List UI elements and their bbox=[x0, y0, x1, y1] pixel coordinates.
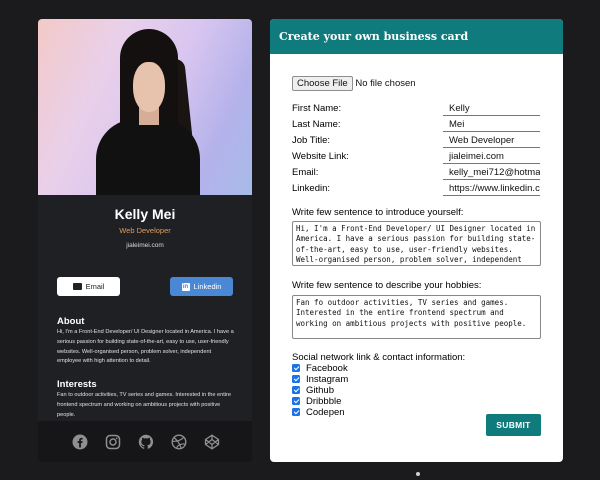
instagram-option-label: Instagram bbox=[306, 373, 349, 385]
email-input[interactable] bbox=[443, 165, 540, 180]
instagram-icon[interactable] bbox=[105, 434, 121, 450]
envelope-icon bbox=[72, 283, 82, 290]
card-website: jialeimei.com bbox=[126, 242, 164, 249]
file-status: No file chosen bbox=[355, 78, 416, 89]
card-name: Kelly Mei bbox=[114, 206, 176, 222]
dribbble-checkbox[interactable]: Dribbble bbox=[292, 395, 342, 407]
last-name-input[interactable] bbox=[443, 117, 540, 132]
facebook-icon[interactable] bbox=[72, 434, 88, 450]
business-card: Kelly Mei Web Developer jialeimei.com Em… bbox=[38, 19, 252, 462]
last-name-label: Last Name: bbox=[292, 119, 341, 130]
file-upload: Choose File No file chosen bbox=[292, 76, 416, 91]
codepen-checkbox[interactable]: Codepen bbox=[292, 406, 345, 418]
email-row: Email: bbox=[292, 165, 542, 181]
dribbble-option-label: Dribbble bbox=[306, 395, 342, 407]
linkedin-button[interactable]: in Linkedin bbox=[170, 277, 233, 296]
checkbox-checked[interactable] bbox=[292, 364, 300, 372]
linkedin-input[interactable] bbox=[443, 181, 540, 196]
first-name-row: First Name: bbox=[292, 101, 542, 117]
first-name-input[interactable] bbox=[443, 101, 540, 116]
cursor-dot bbox=[416, 472, 420, 476]
first-name-label: First Name: bbox=[292, 103, 342, 114]
card-job-title: Web Developer bbox=[119, 226, 171, 235]
hobbies-textarea[interactable]: Fan fo outdoor activities, TV series and… bbox=[292, 295, 541, 339]
checkbox-checked[interactable] bbox=[292, 375, 300, 383]
website-input[interactable] bbox=[443, 149, 540, 164]
dribbble-icon[interactable] bbox=[171, 433, 187, 450]
about-text: Hi, I'm a Front-End Developer/ UI Design… bbox=[57, 329, 234, 365]
interests-text: Fan to outdoor activities, TV series and… bbox=[57, 392, 232, 418]
linkedin-button-label: Linkedin bbox=[193, 282, 222, 291]
job-title-input[interactable] bbox=[443, 133, 540, 148]
github-checkbox[interactable]: Github bbox=[292, 384, 334, 396]
codepen-icon[interactable] bbox=[204, 434, 220, 450]
business-card-form: Create your own business card Choose Fil… bbox=[270, 19, 563, 462]
website-label: Website Link: bbox=[292, 151, 349, 162]
job-title-row: Job Title: bbox=[292, 133, 542, 149]
submit-button[interactable]: SUBMIT bbox=[486, 414, 541, 436]
linkedin-icon: in bbox=[181, 282, 190, 291]
interests-heading: Interests bbox=[57, 379, 97, 390]
social-heading: Social network link & contact informatio… bbox=[292, 352, 466, 363]
checkbox-checked[interactable] bbox=[292, 408, 300, 416]
form-header: Create your own business card bbox=[270, 19, 563, 54]
website-row: Website Link: bbox=[292, 149, 542, 165]
social-icon-bar bbox=[38, 421, 252, 462]
last-name-row: Last Name: bbox=[292, 117, 542, 133]
checkbox-checked[interactable] bbox=[292, 397, 300, 405]
instagram-checkbox[interactable]: Instagram bbox=[292, 373, 349, 385]
intro-question: Write few sentence to introduce yourself… bbox=[292, 207, 464, 218]
facebook-checkbox[interactable]: Facebook bbox=[292, 362, 348, 374]
email-button[interactable]: Email bbox=[57, 277, 120, 296]
intro-textarea[interactable]: Hi, I'm a Front-End Developer/ UI Design… bbox=[292, 221, 541, 266]
github-option-label: Github bbox=[306, 384, 334, 396]
linkedin-row: Linkedin: bbox=[292, 181, 542, 197]
email-button-label: Email bbox=[85, 282, 105, 291]
hobbies-question: Write few sentence to describe your hobb… bbox=[292, 280, 482, 291]
github-icon[interactable] bbox=[138, 434, 154, 450]
codepen-option-label: Codepen bbox=[306, 406, 345, 418]
job-title-label: Job Title: bbox=[292, 135, 331, 146]
profile-photo bbox=[38, 19, 252, 195]
facebook-option-label: Facebook bbox=[306, 362, 348, 374]
checkbox-checked[interactable] bbox=[292, 386, 300, 394]
choose-file-button[interactable]: Choose File bbox=[292, 76, 353, 91]
linkedin-label: Linkedin: bbox=[292, 183, 331, 194]
about-heading: About bbox=[57, 316, 85, 327]
email-label: Email: bbox=[292, 167, 319, 178]
